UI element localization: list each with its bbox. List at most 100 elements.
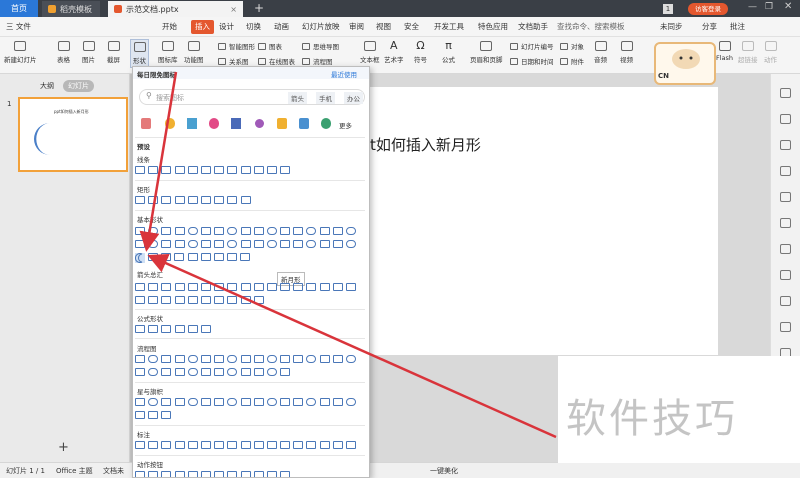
object-button[interactable]: 对象 [560,41,584,51]
shape-item[interactable] [135,283,145,291]
recently-used-link[interactable]: 最近使用 [331,69,357,79]
shape-item[interactable] [200,253,211,261]
shape-item[interactable] [135,441,145,449]
minimize-icon[interactable]: — [748,2,757,12]
shape-item[interactable] [240,166,251,174]
shape-item[interactable] [148,253,158,261]
shape-item[interactable] [253,296,264,304]
shape-item[interactable] [253,355,264,363]
slide-canvas[interactable]: t如何插入新月形 [370,87,718,355]
text-box-button[interactable]: 文本框 [360,41,380,64]
shape-item[interactable] [319,283,330,291]
shape-item[interactable] [240,227,251,235]
shape-item[interactable] [161,166,172,174]
shape-item[interactable] [319,441,330,449]
tab-home[interactable]: 首页 [0,0,38,17]
shape-item[interactable] [148,441,159,449]
video-button[interactable]: 视频 [620,41,633,64]
search-tag-office[interactable]: 办公 [344,92,363,104]
slide-title[interactable]: t如何插入新月形 [370,134,481,155]
search-tag-arrow[interactable]: 箭头 [288,92,307,104]
shape-item[interactable] [174,227,185,235]
shape-item[interactable] [306,441,317,449]
shape-item[interactable] [200,368,211,376]
flowchart-button[interactable]: 流程图 [302,56,333,66]
symbol-button[interactable]: Ω 符号 [414,40,427,64]
file-menu[interactable]: 三 文件 [6,20,31,34]
shape-item[interactable] [227,227,238,235]
login-button[interactable]: 访客登录 [688,3,728,15]
shape-item[interactable] [227,296,238,304]
shape-item[interactable] [200,296,211,304]
shape-item[interactable] [266,240,277,248]
shape-item[interactable] [174,196,185,204]
menu-item[interactable]: 幻灯片放映 [302,20,340,34]
shape-item[interactable] [161,196,172,204]
shape-item[interactable] [332,398,343,406]
shape-item[interactable] [161,368,172,376]
shape-item[interactable] [161,325,172,333]
shape-item[interactable] [240,283,251,291]
tool-icon[interactable] [780,192,791,202]
close-icon[interactable]: ✕ [784,1,792,12]
shape-item[interactable] [214,368,225,376]
menu-item[interactable]: 特色应用 [478,20,508,34]
shape-item[interactable] [253,368,264,376]
menu-item[interactable]: 文档助手 [518,20,548,34]
shape-item[interactable] [253,227,264,235]
shape-item[interactable] [266,441,277,449]
new-tab-icon[interactable]: + [254,1,264,15]
shape-item[interactable] [253,441,264,449]
table-button[interactable]: 表格 [57,41,70,64]
tool-icon[interactable] [780,218,791,228]
icon-library-button[interactable]: 图标库 [158,41,178,64]
tab-slides[interactable]: 幻灯片 [63,80,94,92]
shape-item[interactable] [148,283,159,291]
crescent-moon-shape[interactable] [135,253,145,263]
shape-item[interactable] [187,283,198,291]
tool-icon[interactable] [780,140,791,150]
mascot-widget[interactable]: CN [654,42,716,85]
shape-item[interactable] [253,471,264,477]
menu-item[interactable]: 动画 [274,20,289,34]
shape-item[interactable] [200,240,211,248]
shape-item[interactable] [332,355,343,363]
formula-button[interactable]: π 公式 [442,40,455,64]
shape-item[interactable] [187,196,198,204]
shape-item[interactable] [240,471,251,477]
shape-item[interactable] [161,471,172,477]
shape-item[interactable] [200,325,211,333]
shape-item[interactable] [135,398,145,406]
shapes-button[interactable]: 形状 [130,39,149,68]
shape-item[interactable] [240,398,251,406]
shape-item[interactable] [174,368,185,376]
header-footer-button[interactable]: 页眉和页脚 [470,41,503,64]
shape-item[interactable] [148,398,159,406]
shape-item[interactable] [200,283,211,291]
shape-item[interactable] [227,471,238,477]
shape-item[interactable] [227,240,238,248]
shape-item[interactable] [346,283,356,291]
shape-item[interactable] [148,166,159,174]
shape-item[interactable] [240,368,251,376]
shape-item[interactable] [280,398,291,406]
shape-item[interactable] [214,240,225,248]
shape-item[interactable] [213,253,224,261]
shape-item[interactable] [174,240,185,248]
shape-item[interactable] [240,296,251,304]
shape-item[interactable] [253,240,264,248]
shape-item[interactable] [148,296,159,304]
picture-button[interactable]: 图片 [82,41,95,64]
shape-item[interactable] [253,166,264,174]
shape-item[interactable] [135,166,145,174]
shape-item[interactable] [187,253,198,261]
shape-item[interactable] [161,253,172,261]
smart-art-button[interactable]: 智能图形 [218,41,255,51]
shape-item[interactable] [240,240,251,248]
shape-item[interactable] [200,471,211,477]
shape-item[interactable] [306,355,317,363]
shape-item[interactable] [187,368,198,376]
search-tag-phone[interactable]: 手机 [316,92,335,104]
shape-item[interactable] [293,240,304,248]
shape-item[interactable] [266,227,277,235]
